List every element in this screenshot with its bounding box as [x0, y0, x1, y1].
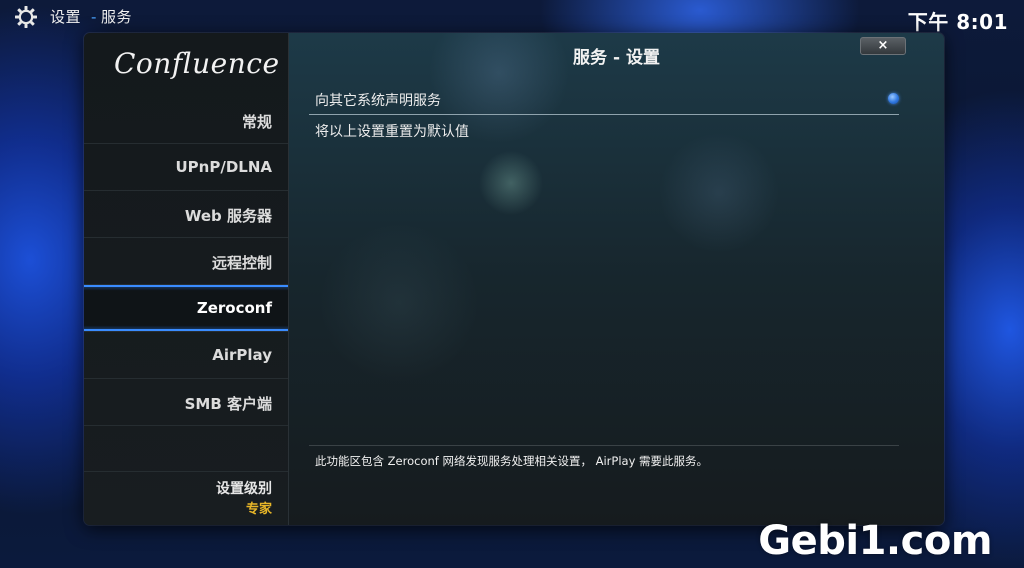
gear-icon — [15, 6, 37, 28]
sidebar-item-remote-control[interactable]: 远程控制 — [84, 238, 288, 285]
sidebar-item-label: 常规 — [241, 113, 272, 131]
confluence-logo: Confluence — [114, 47, 280, 80]
setting-reset-defaults[interactable]: 将以上设置重置为默认值 — [309, 115, 899, 146]
sidebar-item-web-server[interactable]: Web 服务器 — [84, 191, 288, 238]
close-button[interactable]: × — [860, 37, 906, 55]
breadcrumb-current: 服务 — [100, 8, 132, 26]
watermark: Gebi1.com — [758, 518, 992, 564]
top-bar: 设置 - 服务 下午 8:01 — [0, 0, 1024, 34]
sidebar-item-label: Web 服务器 — [184, 207, 272, 225]
sidebar-item-upnp-dlna[interactable]: UPnP/DLNA — [84, 144, 288, 191]
radio-on-icon[interactable] — [888, 93, 899, 104]
sidebar: Confluence 常规 UPnP/DLNA Web 服务器 远程控制 Zer… — [84, 33, 289, 525]
sidebar-menu: 常规 UPnP/DLNA Web 服务器 远程控制 Zeroconf AirPl… — [84, 97, 288, 426]
help-divider — [309, 445, 899, 446]
sidebar-item-label: UPnP/DLNA — [175, 158, 273, 176]
settings-content: 服务 - 设置 × 向其它系统声明服务 将以上设置重置为默认值 此功能区包含 Z… — [289, 33, 944, 525]
settings-panel: Confluence 常规 UPnP/DLNA Web 服务器 远程控制 Zer… — [84, 33, 944, 525]
breadcrumb-separator: - — [91, 8, 97, 26]
sidebar-item-general[interactable]: 常规 — [84, 97, 288, 144]
sidebar-item-label: SMB 客户端 — [184, 395, 272, 413]
settings-list: 向其它系统声明服务 将以上设置重置为默认值 — [309, 84, 899, 146]
settings-level-toggle[interactable]: 设置级别 专家 — [84, 471, 288, 525]
breadcrumb: 设置 - 服务 — [50, 6, 132, 27]
clock: 下午 8:01 — [907, 10, 1008, 34]
page-title: 服务 - 设置 — [573, 48, 660, 68]
settings-level-value: 专家 — [245, 502, 272, 517]
sidebar-item-label: 远程控制 — [211, 254, 272, 272]
sidebar-item-zeroconf[interactable]: Zeroconf — [84, 285, 288, 332]
sidebar-item-airplay[interactable]: AirPlay — [84, 332, 288, 379]
sidebar-item-label: Zeroconf — [196, 299, 272, 317]
setting-announce-services[interactable]: 向其它系统声明服务 — [309, 84, 899, 115]
settings-level-title: 设置级别 — [216, 481, 272, 497]
setting-label: 向其它系统声明服务 — [315, 93, 441, 109]
sidebar-item-smb-client[interactable]: SMB 客户端 — [84, 379, 288, 426]
breadcrumb-root: 设置 — [50, 8, 82, 26]
setting-label: 将以上设置重置为默认值 — [315, 124, 469, 140]
sidebar-item-label: AirPlay — [212, 346, 272, 364]
help-text: 此功能区包含 Zeroconf 网络发现服务处理相关设置， AirPlay 需要… — [315, 454, 709, 468]
